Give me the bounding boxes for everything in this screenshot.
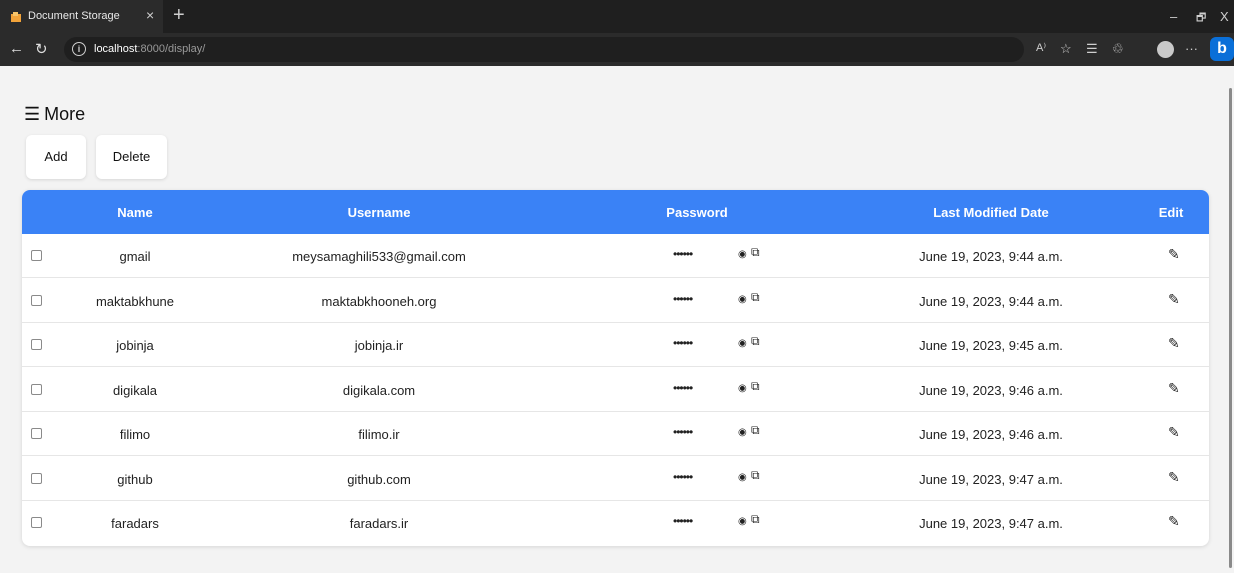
settings-more-icon[interactable]: ···: [1185, 41, 1198, 56]
table-row: gmail meysamaghili533@gmail.com •••••• ◉ ⧉ Ju…: [22, 234, 1209, 278]
copy-password-icon[interactable]: ⧉: [751, 290, 760, 305]
url-field[interactable]: i localhost:8000/display/: [64, 37, 1024, 62]
header-username: Username: [347, 205, 411, 220]
row-password-masked: ••••••: [673, 380, 693, 395]
browser-titlebar: Document Storage × + – 🗗 X: [0, 0, 1234, 33]
show-password-eye-icon[interactable]: ◉: [738, 427, 747, 438]
edit-icon[interactable]: ✎: [1168, 513, 1180, 530]
url-text: localhost:8000/display/: [94, 43, 206, 55]
profile-avatar[interactable]: [1157, 41, 1174, 58]
row-last-modified-date: June 19, 2023, 9:45 a.m.: [919, 338, 1063, 353]
row-name: maktabkhune: [95, 293, 175, 309]
show-password-eye-icon[interactable]: ◉: [738, 249, 747, 260]
show-password-eye-icon[interactable]: ◉: [738, 294, 747, 305]
row-name: jobinja: [116, 338, 154, 353]
row-name: digikala: [112, 382, 158, 398]
row-last-modified-date: June 19, 2023, 9:44 a.m.: [919, 249, 1063, 264]
row-username: github.com: [347, 471, 411, 487]
row-password-masked: ••••••: [673, 291, 693, 306]
row-checkbox[interactable]: [31, 428, 42, 439]
table-row: digikala digikala.com •••••• ◉ ⧉ June 19, 202…: [22, 368, 1209, 412]
row-password-masked: ••••••: [673, 336, 693, 350]
row-name: faradars: [111, 516, 159, 531]
row-last-modified-date: June 19, 2023, 9:47 a.m.: [919, 471, 1063, 487]
restore-icon[interactable]: 🗗: [1196, 9, 1206, 28]
row-last-modified-date: June 19, 2023, 9:46 a.m.: [919, 382, 1063, 398]
extensions-icon[interactable]: ♲: [1112, 41, 1124, 57]
row-checkbox[interactable]: [31, 517, 42, 528]
row-username: filimo.ir: [358, 427, 400, 442]
header-last-modified-date: Last Modified Date: [933, 205, 1049, 220]
read-aloud-icon[interactable]: A⁾: [1036, 41, 1046, 54]
edit-icon[interactable]: ✎: [1168, 246, 1180, 263]
site-info-icon[interactable]: i: [72, 42, 86, 56]
delete-button[interactable]: Delete: [96, 135, 167, 179]
table-header: Name Username Password Last Modified Dat…: [22, 190, 1209, 234]
add-button[interactable]: Add: [26, 135, 86, 179]
browser-tab[interactable]: Document Storage ×: [0, 0, 163, 33]
row-username: meysamaghili533@gmail.com: [292, 249, 466, 264]
row-username: jobinja.ir: [354, 338, 404, 353]
copy-password-icon[interactable]: ⧉: [751, 334, 760, 349]
copy-password-icon[interactable]: ⧉: [751, 245, 760, 260]
favorite-star-icon[interactable]: ☆: [1060, 41, 1072, 57]
favorites-list-icon[interactable]: ☰: [1086, 41, 1098, 57]
row-checkbox[interactable]: [31, 339, 42, 350]
page-body: ☰ More Add Delete Name Username Password …: [0, 66, 1228, 573]
row-password-masked: ••••••: [673, 469, 693, 484]
row-checkbox[interactable]: [31, 472, 42, 484]
copy-password-icon[interactable]: ⧉: [751, 512, 760, 527]
row-password-masked: ••••••: [673, 514, 693, 528]
row-last-modified-date: June 19, 2023, 9:47 a.m.: [919, 516, 1063, 531]
show-password-eye-icon[interactable]: ◉: [738, 516, 747, 527]
more-menu-toggle[interactable]: ☰ More: [24, 104, 85, 125]
tab-close-icon[interactable]: ×: [146, 7, 154, 23]
table-row: maktabkhune maktabkhooneh.org •••••• ◉ ⧉ June…: [22, 279, 1209, 323]
header-edit: Edit: [1158, 205, 1184, 220]
back-arrow-icon[interactable]: ←: [9, 40, 24, 57]
row-name: gmail: [119, 249, 151, 264]
row-last-modified-date: June 19, 2023, 9:46 a.m.: [919, 427, 1063, 442]
show-password-eye-icon[interactable]: ◉: [738, 338, 747, 349]
row-password-masked: ••••••: [673, 425, 693, 439]
edit-icon[interactable]: ✎: [1168, 469, 1180, 486]
tab-title: Document Storage: [28, 10, 120, 22]
table-row: filimo filimo.ir •••••• ◉ ⧉ June 19, 2023, 9:…: [22, 412, 1209, 456]
edit-icon[interactable]: ✎: [1168, 380, 1180, 397]
row-last-modified-date: June 19, 2023, 9:44 a.m.: [919, 293, 1063, 309]
header-password: Password: [666, 205, 728, 220]
window-close-icon[interactable]: X: [1220, 9, 1229, 24]
table-row: faradars faradars.ir •••••• ◉ ⧉ June 19, 2023…: [22, 501, 1209, 545]
show-password-eye-icon[interactable]: ◉: [738, 472, 747, 483]
edit-icon[interactable]: ✎: [1168, 291, 1180, 308]
bing-icon[interactable]: b: [1210, 37, 1234, 61]
row-username: faradars.ir: [349, 516, 409, 531]
copy-password-icon[interactable]: ⧉: [751, 468, 760, 483]
document-storage-favicon-icon: [11, 12, 21, 22]
browser-addressbar: ← ↻ i localhost:8000/display/ A⁾ ☆ ☰ ♲ ·…: [0, 33, 1234, 66]
row-checkbox[interactable]: [31, 383, 42, 395]
row-name: filimo: [119, 427, 151, 442]
edit-icon[interactable]: ✎: [1168, 424, 1180, 441]
show-password-eye-icon[interactable]: ◉: [738, 383, 747, 394]
more-menu-label: More: [44, 104, 86, 124]
edit-icon[interactable]: ✎: [1168, 335, 1180, 352]
table-row: jobinja jobinja.ir •••••• ◉ ⧉ June 19, 2023, …: [22, 323, 1209, 367]
refresh-icon[interactable]: ↻: [35, 40, 48, 58]
minimize-icon[interactable]: –: [1170, 9, 1177, 24]
row-checkbox[interactable]: [31, 250, 42, 261]
table-row: github github.com •••••• ◉ ⧉ June 19, 2023, 9…: [22, 457, 1209, 501]
hamburger-icon: ☰: [24, 104, 41, 124]
copy-password-icon[interactable]: ⧉: [751, 379, 760, 394]
row-username: digikala.com: [342, 382, 416, 398]
copy-password-icon[interactable]: ⧉: [751, 423, 760, 438]
scrollbar-thumb[interactable]: [1229, 88, 1232, 568]
row-password-masked: ••••••: [673, 247, 693, 261]
new-tab-icon[interactable]: +: [173, 4, 185, 26]
row-checkbox[interactable]: [31, 294, 42, 306]
header-name: Name: [117, 205, 153, 220]
row-username: maktabkhooneh.org: [321, 293, 437, 309]
row-name: github: [117, 471, 153, 487]
credentials-table: Name Username Password Last Modified Dat…: [22, 190, 1209, 546]
